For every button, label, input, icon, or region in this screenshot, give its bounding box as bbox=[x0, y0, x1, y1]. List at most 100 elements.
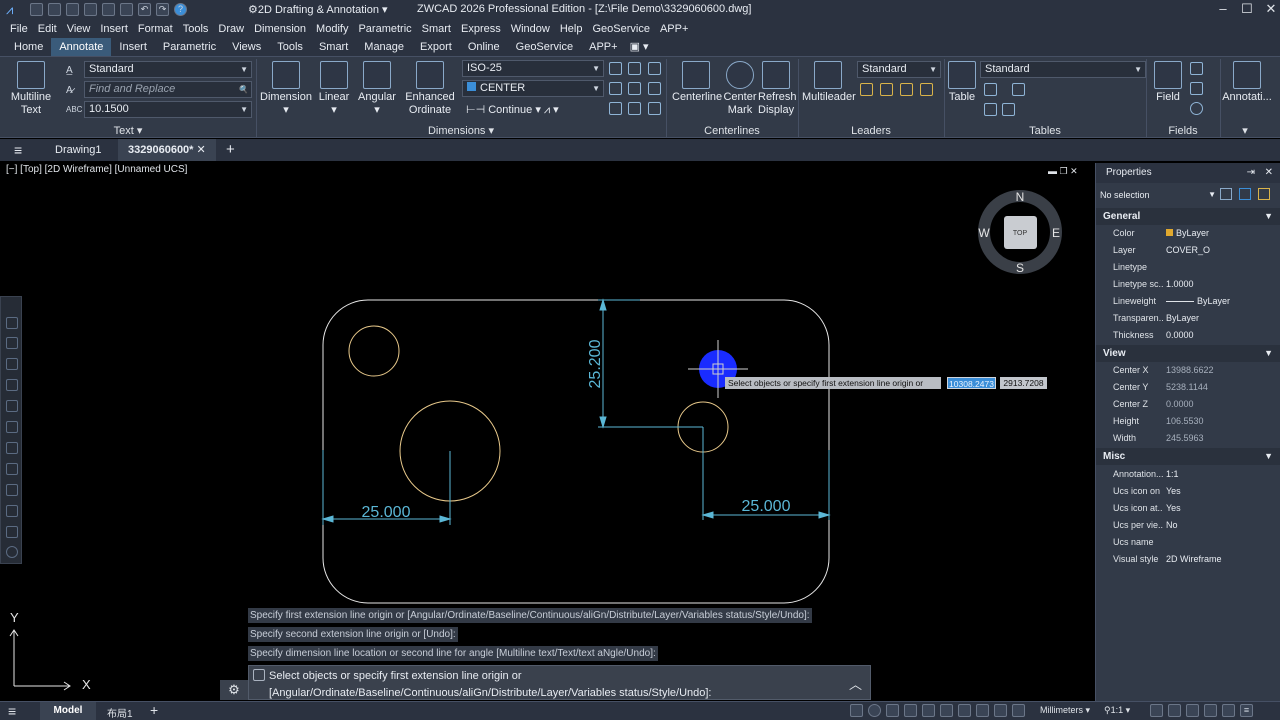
tab-insert[interactable]: Insert bbox=[111, 38, 155, 56]
doc-tab-drawing1[interactable]: Drawing1 bbox=[45, 139, 111, 161]
menu-geoservice[interactable]: GeoService bbox=[587, 23, 654, 35]
prop-row[interactable]: Center Y 5238.1144 bbox=[1096, 379, 1280, 396]
dimensions-panel-title[interactable]: Dimensions ▾ bbox=[256, 124, 666, 138]
multiline-text-button[interactable]: Multiline Text bbox=[8, 61, 54, 117]
tool-icon-6[interactable] bbox=[6, 421, 18, 433]
workspace-selector[interactable]: ⚙2D Drafting & Annotation ▾ bbox=[248, 3, 388, 16]
table-tool-icon-1[interactable] bbox=[984, 83, 997, 96]
tool-icon-1[interactable] bbox=[6, 317, 18, 329]
osnap-icon[interactable] bbox=[904, 704, 917, 717]
dim-tool-icon-1[interactable] bbox=[609, 62, 622, 75]
table-tool-icon-4[interactable] bbox=[1002, 103, 1015, 116]
field-tool-icon-1[interactable] bbox=[1190, 62, 1203, 75]
tab-export[interactable]: Export bbox=[412, 38, 460, 56]
prop-row[interactable]: Transparen... ByLayer bbox=[1096, 310, 1280, 327]
prop-row[interactable]: Ucs per vie... No bbox=[1096, 517, 1280, 534]
prop-row[interactable]: Color ByLayer bbox=[1096, 225, 1280, 242]
open-icon[interactable] bbox=[48, 3, 61, 16]
menu-parametric[interactable]: Parametric bbox=[353, 23, 416, 35]
prop-row[interactable]: Linetype sc... 1.0000 bbox=[1096, 276, 1280, 293]
dynamic-input-x[interactable]: 10308.2473 bbox=[947, 377, 996, 389]
angular-button[interactable]: Angular ▾ bbox=[356, 61, 398, 117]
prop-row[interactable]: Ucs name bbox=[1096, 534, 1280, 551]
section-view[interactable]: View ▼ bbox=[1096, 345, 1280, 362]
collect-leader-icon[interactable] bbox=[920, 83, 933, 96]
prop-row[interactable]: Annotation... 1:1 bbox=[1096, 466, 1280, 483]
gear-icon[interactable] bbox=[1186, 704, 1199, 717]
close-palette-icon[interactable]: ✕ bbox=[1265, 163, 1273, 183]
menu-view[interactable]: View bbox=[62, 23, 96, 35]
settings-icon[interactable] bbox=[6, 546, 18, 558]
section-general[interactable]: General ▼ bbox=[1096, 208, 1280, 225]
tool-icon-3[interactable] bbox=[6, 358, 18, 370]
transparency-icon[interactable] bbox=[976, 704, 989, 717]
command-history-toggle-icon[interactable]: ︿ bbox=[849, 674, 862, 693]
dim-tool-icon-5[interactable] bbox=[628, 82, 641, 95]
tab-annotate[interactable]: Annotate bbox=[51, 38, 112, 56]
add-layout-button[interactable]: + bbox=[150, 702, 158, 718]
linear-button[interactable]: Linear ▾ bbox=[316, 61, 352, 117]
command-settings-icon[interactable]: ⚙ bbox=[220, 680, 248, 700]
tab-smart[interactable]: Smart bbox=[311, 38, 356, 56]
prop-row[interactable]: Visual style 2D Wireframe bbox=[1096, 551, 1280, 568]
select-objects-icon[interactable] bbox=[1239, 188, 1251, 200]
new-icon[interactable] bbox=[30, 3, 43, 16]
tool-icon-11[interactable] bbox=[6, 526, 18, 538]
undo-icon[interactable]: ↶ bbox=[138, 3, 151, 16]
layout-tab[interactable]: 布局1 bbox=[107, 705, 133, 720]
tool-icon-9[interactable] bbox=[6, 484, 18, 496]
layout-menu-icon[interactable]: ≡ bbox=[8, 703, 16, 719]
menu-file[interactable]: File bbox=[5, 23, 33, 35]
viewport-window-controls[interactable]: ▬ ❐ ✕ bbox=[1048, 166, 1078, 177]
save-as-icon[interactable] bbox=[84, 3, 97, 16]
prop-row[interactable]: Ucs icon on Yes bbox=[1096, 483, 1280, 500]
section-misc[interactable]: Misc ▼ bbox=[1096, 448, 1280, 465]
dimension-button[interactable]: Dimension ▾ bbox=[260, 61, 312, 117]
tool-icon-4[interactable] bbox=[6, 379, 18, 391]
tool-icon-7[interactable] bbox=[6, 442, 18, 454]
prop-row[interactable]: Thickness 0.0000 bbox=[1096, 327, 1280, 344]
prop-row[interactable]: Ucs icon at... Yes bbox=[1096, 500, 1280, 517]
field-tool-icon-3[interactable] bbox=[1190, 102, 1203, 115]
dimstyle-combo[interactable]: ISO-25 ▼ bbox=[462, 60, 604, 77]
selection-combo[interactable]: No selection ▼ bbox=[1100, 187, 1216, 203]
workspace-switch-icon[interactable] bbox=[1168, 704, 1181, 717]
command-line[interactable]: Select objects or specify first extensio… bbox=[248, 665, 871, 700]
table-button[interactable]: Table bbox=[946, 61, 978, 104]
dim-tool-icon-8[interactable] bbox=[628, 102, 641, 115]
dim-tool-icon-2[interactable] bbox=[628, 62, 641, 75]
center-mark-button[interactable]: Center Mark bbox=[722, 61, 758, 117]
annotation-panel-expand[interactable]: ▾ bbox=[1230, 124, 1260, 138]
ortho-icon[interactable] bbox=[850, 704, 863, 717]
text-height-combo[interactable]: 10.1500 ▼ bbox=[84, 101, 252, 118]
viewport-controls-label[interactable]: [−] [Top] [2D Wireframe] [Unnamed UCS] bbox=[6, 164, 187, 175]
field-tool-icon-2[interactable] bbox=[1190, 82, 1203, 95]
snap-icon[interactable] bbox=[886, 704, 899, 717]
tab-geoservice[interactable]: GeoService bbox=[508, 38, 581, 56]
table-style-combo[interactable]: Standard ▼ bbox=[980, 61, 1146, 78]
annotation-monitor-icon[interactable] bbox=[1012, 704, 1025, 717]
units-selector[interactable]: Millimeters ▾ bbox=[1040, 705, 1090, 716]
table-tool-icon-2[interactable] bbox=[1012, 83, 1025, 96]
menu-help[interactable]: Help bbox=[555, 23, 588, 35]
dim-tool-icon-7[interactable] bbox=[609, 102, 622, 115]
text-panel-title[interactable]: Text ▾ bbox=[0, 124, 256, 138]
doc-tab-active[interactable]: 3329060600* ✕ bbox=[118, 139, 216, 161]
model-tab[interactable]: Model bbox=[40, 702, 96, 720]
multileader-button[interactable]: Multileader bbox=[802, 61, 856, 104]
minimize-button[interactable]: – bbox=[1213, 1, 1233, 17]
dim-tool-icon-9[interactable] bbox=[648, 102, 661, 115]
dim-tool-icon-4[interactable] bbox=[609, 82, 622, 95]
isolate-icon[interactable] bbox=[1222, 704, 1235, 717]
continue-button[interactable]: ⊢⊣ Continue ▾ ⩘ ▾ bbox=[466, 103, 559, 117]
menu-smart[interactable]: Smart bbox=[417, 23, 456, 35]
menu-window[interactable]: Window bbox=[506, 23, 555, 35]
annotation-button[interactable]: Annotati... bbox=[1222, 61, 1272, 104]
doc-menu-icon[interactable]: ≡ bbox=[4, 139, 32, 161]
tab-home[interactable]: Home bbox=[6, 38, 51, 56]
new-tab-button[interactable]: + bbox=[216, 139, 245, 161]
selection-cycling-icon[interactable] bbox=[994, 704, 1007, 717]
tool-icon-8[interactable] bbox=[6, 463, 18, 475]
close-button[interactable]: ✕ bbox=[1261, 1, 1280, 17]
dynamic-input-y[interactable]: 2913.7208 bbox=[1000, 377, 1047, 389]
